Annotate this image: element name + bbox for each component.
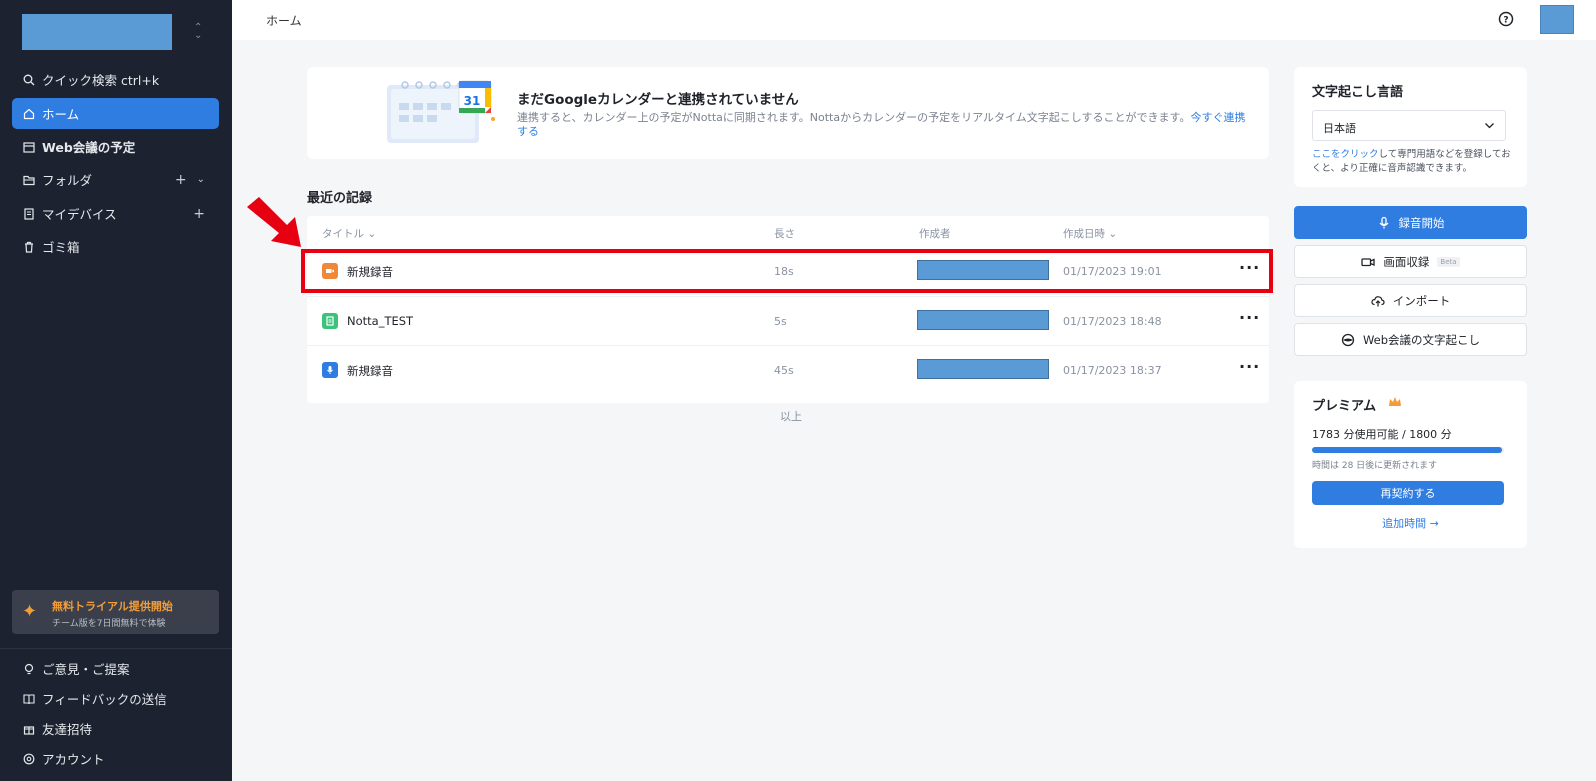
quick-search[interactable]: クイック検索 ctrl+k: [12, 64, 219, 95]
premium-title: プレミアム: [1312, 399, 1377, 414]
record-title[interactable]: 新規録音: [347, 363, 393, 379]
calendar-illustration-icon: 31: [387, 80, 495, 143]
table-row[interactable]: Notta_TEST 5s 01/17/2023 18:48 ···: [307, 296, 1269, 346]
column-header-created[interactable]: 作成日時 ⌄: [1063, 226, 1117, 241]
import-button[interactable]: インポート: [1294, 284, 1527, 317]
mic-icon: [322, 362, 338, 378]
record-date: 01/17/2023 18:37: [1063, 364, 1162, 377]
sidebar-item-label: フォルダ: [42, 173, 93, 188]
sidebar-item-feedback[interactable]: フィードバックの送信: [12, 683, 219, 714]
start-recording-button[interactable]: 録音開始: [1294, 206, 1527, 239]
custom-vocabulary-link[interactable]: ここをクリック: [1312, 149, 1379, 160]
more-options-icon[interactable]: ···: [1239, 308, 1260, 327]
screen-record-button[interactable]: 画面収録 Beta: [1294, 245, 1527, 278]
transcription-language-card: 文字起こし言語 日本語 ここをクリックして専門用語などを登録しておくと、より正確…: [1294, 67, 1527, 187]
mic-icon: [1377, 216, 1391, 230]
sidebar-item-label: ホーム: [42, 107, 80, 122]
svg-text:31: 31: [464, 94, 481, 108]
book-icon: [23, 693, 35, 705]
sidebar-item-label: アカウント: [42, 752, 105, 767]
language-select[interactable]: 日本語: [1312, 110, 1506, 141]
table-row[interactable]: 新規録音 45s 01/17/2023 18:37 ···: [307, 345, 1269, 395]
record-title[interactable]: Notta_TEST: [347, 314, 413, 328]
highlight-box: [301, 249, 1273, 293]
top-bar: ホーム ?: [232, 0, 1596, 40]
sidebar-item-account[interactable]: アカウント: [12, 743, 219, 774]
quick-search-label: クイック検索 ctrl+k: [42, 73, 160, 88]
sidebar-item-web-meetings[interactable]: Web会議の予定: [12, 131, 219, 162]
renew-button[interactable]: 再契約する: [1312, 481, 1504, 505]
sidebar-item-label: 友達招待: [42, 722, 93, 737]
record-date: 01/17/2023 18:48: [1063, 315, 1162, 328]
trial-subtitle: チーム版を7日間無料で体験: [52, 619, 166, 629]
chevron-down-icon[interactable]: ⌄: [197, 174, 205, 185]
recent-records-table: タイトル ⌄ 長さ 作成者 作成日時 ⌄ 新規録音 18s 01/17/2023…: [307, 216, 1269, 403]
column-header-author: 作成者: [919, 228, 951, 240]
language-title: 文字起こし言語: [1312, 85, 1404, 100]
sidebar-item-my-devices[interactable]: マイデバイス +: [12, 198, 219, 229]
cloud-upload-icon: [1371, 294, 1385, 308]
end-of-list-label: 以上: [780, 410, 802, 423]
banner-title: まだGoogleカレンダーと連携されていません: [517, 92, 799, 108]
language-value: 日本語: [1323, 122, 1356, 135]
sidebar-item-label: ゴミ箱: [42, 240, 80, 255]
sidebar: ⌃ ⌄ クイック検索 ctrl+k ホーム Web会議の予定 フォルダ + ⌄ マイ…: [0, 0, 232, 781]
trial-banner[interactable]: ✦ 無料トライアル提供開始 チーム版を7日間無料で体験: [12, 590, 219, 634]
red-arrow-icon: [247, 197, 301, 247]
add-time-link[interactable]: 追加時間 →: [1294, 515, 1527, 531]
record-length: 45s: [774, 364, 794, 377]
folder-icon: [23, 174, 35, 186]
usage-text: 1783 分使用可能 / 1800 分: [1312, 428, 1452, 441]
calendar-banner: 31 まだGoogleカレンダーと連携されていません 連携すると、カレンダー上の…: [307, 67, 1269, 159]
breadcrumb: ホーム: [266, 14, 302, 28]
sidebar-item-home[interactable]: ホーム: [12, 98, 219, 129]
beta-badge: Beta: [1437, 256, 1460, 267]
search-icon: [23, 74, 35, 86]
trial-title: 無料トライアル提供開始: [52, 600, 173, 613]
calendar-icon: [23, 141, 35, 153]
language-help-text: ここをクリックして専門用語などを登録しておくと、より正確に音声認識できます。: [1312, 149, 1511, 174]
more-options-icon[interactable]: ···: [1239, 357, 1260, 376]
web-meeting-transcribe-button[interactable]: Web会議の文字起こし: [1294, 323, 1527, 356]
sidebar-item-suggestions[interactable]: ご意見・ご提案: [12, 653, 219, 684]
premium-card: プレミアム 1783 分使用可能 / 1800 分 時間は 28 日後に更新され…: [1294, 381, 1527, 548]
video-camera-icon: [1361, 255, 1376, 269]
sidebar-item-label: フィードバックの送信: [42, 692, 167, 707]
sidebar-item-trash[interactable]: ゴミ箱: [12, 231, 219, 262]
renew-info: 時間は 28 日後に更新されます: [1312, 461, 1438, 471]
sidebar-item-label: Web会議の予定: [42, 140, 136, 155]
add-folder-icon[interactable]: +: [175, 172, 187, 188]
svg-text:?: ?: [1503, 16, 1508, 26]
sidebar-divider: [0, 648, 232, 649]
sidebar-item-invite[interactable]: 友達招待: [12, 713, 219, 744]
record-author: [917, 359, 1049, 379]
record-length: 5s: [774, 315, 787, 328]
help-icon[interactable]: ?: [1498, 11, 1514, 27]
sidebar-item-label: マイデバイス: [42, 207, 117, 222]
gift-icon: [23, 723, 35, 735]
meeting-icon: [1341, 333, 1355, 347]
home-icon: [23, 108, 35, 120]
account-icon: [23, 753, 35, 765]
sidebar-item-folders[interactable]: フォルダ + ⌄: [12, 164, 219, 195]
device-icon: [23, 207, 35, 220]
sparkle-icon: ✦: [22, 601, 38, 622]
add-device-icon[interactable]: +: [193, 206, 205, 222]
avatar[interactable]: [1540, 5, 1574, 34]
trash-icon: [23, 241, 35, 253]
chevron-down-icon: [1485, 123, 1494, 129]
workspace-selector[interactable]: [22, 14, 172, 50]
banner-description: 連携すると、カレンダー上の予定がNottaに同期されます。Nottaからカレンダ…: [517, 111, 1246, 138]
recent-records-title: 最近の記録: [307, 191, 373, 206]
crown-icon: [1389, 397, 1401, 406]
record-author: [917, 310, 1049, 330]
workspace-switch-icon[interactable]: ⌃ ⌄: [194, 23, 202, 41]
column-header-length: 長さ: [774, 228, 795, 240]
column-header-title[interactable]: タイトル ⌄: [322, 226, 376, 241]
lightbulb-icon: [23, 663, 35, 675]
usage-progress-bar: [1312, 447, 1504, 453]
import-file-icon: [322, 313, 338, 329]
sidebar-item-label: ご意見・ご提案: [42, 662, 130, 677]
